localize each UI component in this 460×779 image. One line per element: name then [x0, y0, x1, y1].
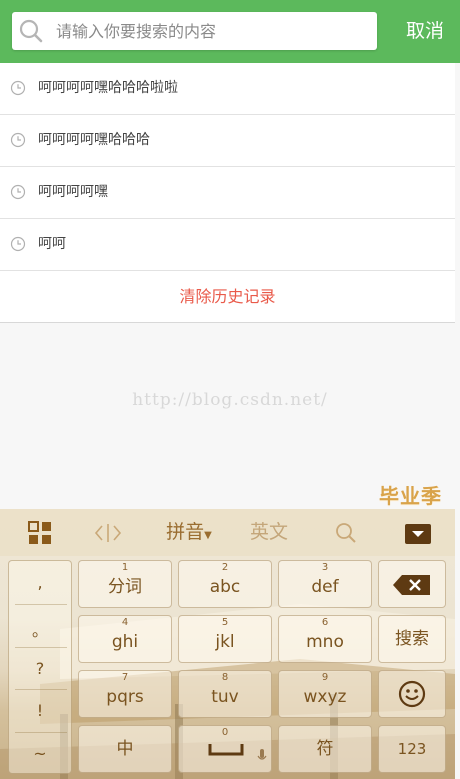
- key-label: mno: [306, 632, 344, 652]
- search-input[interactable]: [56, 12, 366, 50]
- search-icon: [19, 19, 43, 43]
- key-2[interactable]: 2 abc: [178, 560, 272, 608]
- key-3[interactable]: 3 def: [278, 560, 372, 608]
- key-number: 8: [221, 672, 229, 683]
- clock-icon: [10, 236, 26, 252]
- key-number: 4: [121, 617, 129, 628]
- history-item-label: 呵呵: [38, 236, 66, 252]
- key-7[interactable]: 7 pqrs: [78, 670, 172, 718]
- key-6[interactable]: 6 mno: [278, 615, 372, 663]
- history-item[interactable]: 呵呵: [0, 219, 455, 271]
- input-mode-label: 拼音: [166, 521, 205, 543]
- dropdown-arrow-icon: ▼: [204, 530, 212, 541]
- divider: [15, 647, 67, 648]
- key-label: pqrs: [106, 687, 144, 707]
- emoji-icon: [398, 680, 426, 708]
- key-9[interactable]: 9 wxyz: [278, 670, 372, 718]
- clock-icon: [10, 132, 26, 148]
- key-number: 9: [321, 672, 329, 683]
- keyboard-search-button[interactable]: [328, 509, 364, 556]
- input-mode-button[interactable]: 拼音▼: [158, 509, 220, 556]
- key-4[interactable]: 4 ghi: [78, 615, 172, 663]
- key-label: tuv: [211, 687, 239, 707]
- key-number: 5: [221, 617, 229, 628]
- hide-keyboard-button[interactable]: [400, 509, 436, 556]
- punctuation-key[interactable]: ~: [9, 744, 71, 763]
- divider: [15, 604, 67, 605]
- key-label: 符: [316, 739, 334, 759]
- divider: [15, 732, 67, 733]
- history-item-label: 呵呵呵呵嘿: [38, 184, 108, 200]
- key-label: wxyz: [303, 687, 347, 707]
- skin-badge: 毕业季: [379, 484, 442, 508]
- backspace-icon: [393, 575, 430, 595]
- search-history-list: 呵呵呵呵嘿哈哈哈啦啦 呵呵呵呵嘿哈哈哈 呵呵呵呵嘿 呵呵 清除历史记录: [0, 63, 455, 323]
- english-mode-label: 英文: [249, 521, 288, 543]
- chinese-mode-key[interactable]: 中: [78, 725, 172, 773]
- microphone-icon: [257, 749, 267, 760]
- key-number: 3: [321, 562, 329, 573]
- clock-icon: [10, 80, 26, 96]
- history-item-label: 呵呵呵呵嘿哈哈哈啦啦: [38, 80, 178, 96]
- clear-history-button[interactable]: 清除历史记录: [0, 271, 455, 323]
- history-item-label: 呵呵呵呵嘿哈哈哈: [38, 132, 150, 148]
- search-key[interactable]: 搜索: [378, 615, 446, 663]
- history-item[interactable]: 呵呵呵呵嘿哈哈哈啦啦: [0, 63, 455, 115]
- cancel-button[interactable]: 取消: [395, 0, 455, 63]
- key-label: ghi: [111, 632, 139, 652]
- watermark: http://blog.csdn.net/: [132, 390, 328, 410]
- emoji-button[interactable]: [378, 670, 446, 718]
- key-1[interactable]: 1 分词: [78, 560, 172, 608]
- cursor-move-button[interactable]: [90, 509, 126, 556]
- key-label: 分词: [108, 577, 142, 597]
- key-number: 1: [121, 562, 129, 573]
- punctuation-key[interactable]: 。: [9, 617, 71, 641]
- divider: [15, 689, 67, 690]
- punctuation-column: , 。 ? ! ~: [8, 560, 72, 774]
- key-number: 6: [321, 617, 329, 628]
- grid-menu-button[interactable]: [22, 509, 58, 556]
- history-item[interactable]: 呵呵呵呵嘿哈哈哈: [0, 115, 455, 167]
- punctuation-key[interactable]: ,: [9, 573, 71, 592]
- punctuation-key[interactable]: ?: [9, 659, 71, 678]
- symbols-key[interactable]: 符: [278, 725, 372, 773]
- key-label: abc: [209, 577, 241, 597]
- keyboard-toolbar: 拼音▼ 英文: [0, 509, 455, 556]
- key-number: 7: [121, 672, 129, 683]
- key-number: 2: [221, 562, 229, 573]
- backspace-button[interactable]: [378, 560, 446, 608]
- key-label: 搜索: [395, 629, 429, 649]
- punctuation-key[interactable]: !: [9, 701, 71, 720]
- space-icon: [208, 744, 244, 756]
- key-number: 0: [221, 727, 229, 738]
- key-label: 123: [397, 740, 427, 758]
- clock-icon: [10, 184, 26, 200]
- cursor-icon: [94, 524, 122, 542]
- search-icon: [336, 523, 356, 543]
- search-box[interactable]: [12, 12, 377, 50]
- english-mode-button[interactable]: 英文: [244, 509, 294, 556]
- key-label: 中: [116, 739, 134, 759]
- key-label: def: [311, 577, 339, 597]
- grid-icon: [28, 521, 51, 544]
- history-item[interactable]: 呵呵呵呵嘿: [0, 167, 455, 219]
- collapse-keyboard-icon: [405, 524, 431, 544]
- space-key[interactable]: 0: [178, 725, 272, 773]
- search-header: 取消: [0, 0, 460, 63]
- key-8[interactable]: 8 tuv: [178, 670, 272, 718]
- numbers-key[interactable]: 123: [378, 725, 446, 773]
- key-label: jkl: [215, 632, 235, 652]
- key-5[interactable]: 5 jkl: [178, 615, 272, 663]
